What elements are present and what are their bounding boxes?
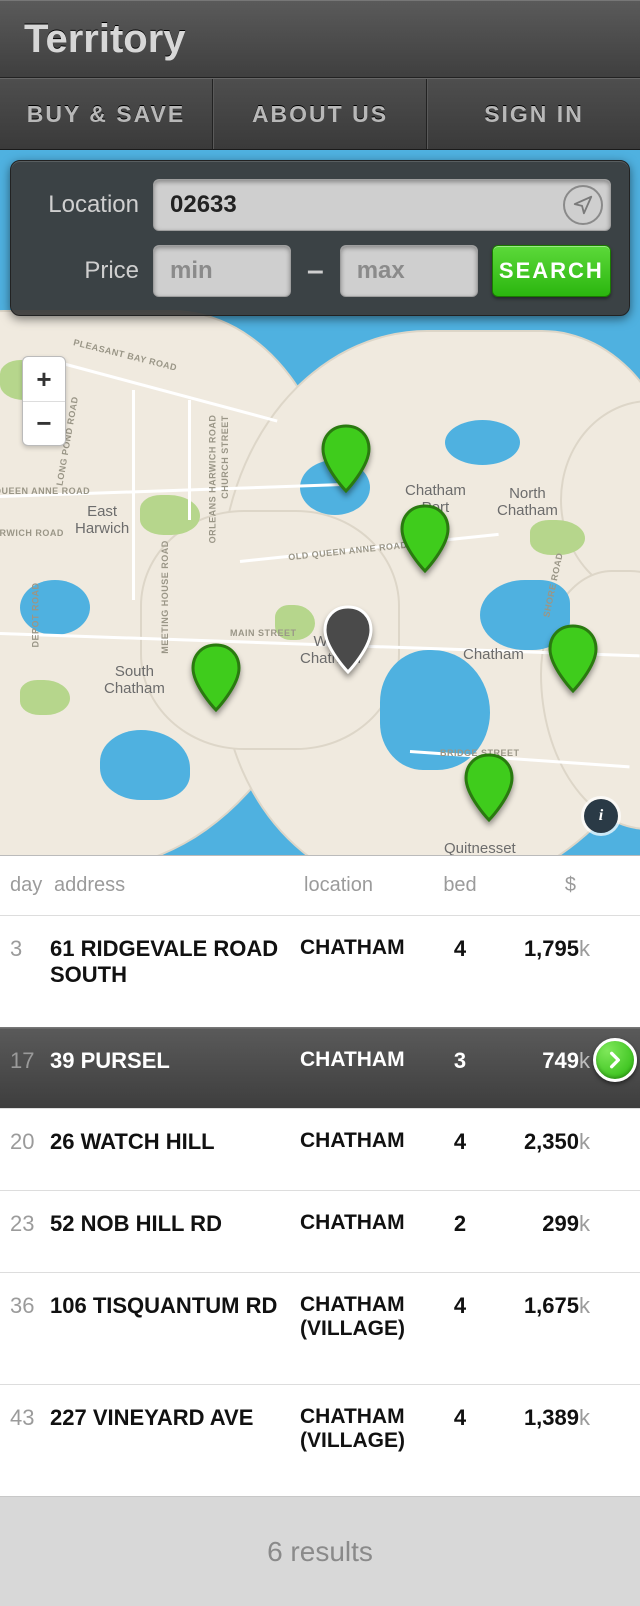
map-pond: [445, 420, 520, 465]
nav-buy-save[interactable]: BUY & SAVE: [0, 79, 213, 149]
cell-address: 39 PURSEL: [50, 1048, 300, 1074]
zoom-in-button[interactable]: +: [23, 357, 65, 401]
results-footer: 6 results: [0, 1496, 640, 1606]
cell-go: [590, 1048, 640, 1082]
map-pin[interactable]: [319, 423, 373, 495]
navigate-arrow-icon: [572, 194, 594, 216]
table-row[interactable]: 43 227 VINEYARD AVE CHATHAM (VILLAGE) 4 …: [0, 1384, 640, 1496]
cell-location: CHATHAM: [300, 1048, 430, 1072]
col-location: location: [300, 874, 430, 897]
map-park: [530, 520, 585, 555]
town-label: Chatham: [463, 646, 524, 663]
cell-price: 749k: [490, 1048, 590, 1074]
cell-address: 106 TISQUANTUM RD: [50, 1293, 300, 1319]
cell-price: 1,795k: [490, 936, 590, 962]
col-bed: bed: [430, 874, 490, 897]
road-label: MEETING HOUSE ROAD: [160, 540, 170, 654]
road-label: QUEEN ANNE ROAD: [0, 486, 90, 496]
results-count: 6 results: [267, 1536, 373, 1568]
results-table: day address location bed $ 3 61 RIDGEVAL…: [0, 856, 640, 1496]
cell-address: 227 VINEYARD AVE: [50, 1405, 300, 1431]
table-row[interactable]: 23 52 NOB HILL RD CHATHAM 2 299k: [0, 1190, 640, 1272]
road-label: S HARWICH ROAD: [0, 528, 64, 538]
map-pin-selected[interactable]: [321, 604, 375, 676]
search-panel: Location Price – SEARCH: [10, 160, 630, 316]
cell-day: 17: [0, 1048, 50, 1074]
geolocate-button[interactable]: [563, 185, 603, 225]
map-road: [132, 390, 135, 600]
cell-price: 1,389k: [490, 1405, 590, 1431]
cell-bed: 4: [430, 1405, 490, 1431]
table-row[interactable]: 36 106 TISQUANTUM RD CHATHAM (VILLAGE) 4…: [0, 1272, 640, 1384]
results-header: day address location bed $: [0, 856, 640, 915]
town-label: Quitnesset: [444, 840, 516, 856]
cell-day: 3: [0, 936, 50, 962]
app-header: Territory: [0, 0, 640, 78]
cell-location: CHATHAM (VILLAGE): [300, 1405, 430, 1453]
map-pin[interactable]: [546, 623, 600, 695]
road-label: DEPOT ROAD: [31, 582, 41, 647]
map-info-button[interactable]: i: [584, 799, 618, 833]
map-road: [188, 400, 191, 520]
cell-bed: 4: [430, 1129, 490, 1155]
location-label: Location: [29, 191, 139, 219]
map-park: [140, 495, 200, 535]
cell-bed: 3: [430, 1048, 490, 1074]
col-day: day: [0, 874, 50, 897]
cell-day: 43: [0, 1405, 50, 1431]
road-label: MAIN STREET: [230, 628, 297, 638]
cell-address: 26 WATCH HILL: [50, 1129, 300, 1155]
table-row[interactable]: 3 61 RIDGEVALE ROAD SOUTH CHATHAM 4 1,79…: [0, 915, 640, 1027]
table-row[interactable]: 17 39 PURSEL CHATHAM 3 749k: [0, 1027, 640, 1109]
town-label: North Chatham: [497, 485, 558, 519]
cell-price: 2,350k: [490, 1129, 590, 1155]
cell-day: 36: [0, 1293, 50, 1319]
chevron-right-icon: [605, 1050, 625, 1070]
search-button[interactable]: SEARCH: [492, 245, 611, 297]
map-park: [20, 680, 70, 715]
nav-about-us[interactable]: ABOUT US: [213, 79, 427, 149]
town-label: South Chatham: [104, 663, 165, 697]
map[interactable]: PLEASANT BAY ROAD ORLEANS HARWICH ROAD C…: [0, 150, 640, 856]
zoom-control: + −: [22, 356, 66, 446]
price-max-input[interactable]: [340, 245, 478, 297]
cell-price: 1,675k: [490, 1293, 590, 1319]
price-min-input[interactable]: [153, 245, 291, 297]
cell-address: 61 RIDGEVALE ROAD SOUTH: [50, 936, 300, 988]
map-pin[interactable]: [462, 752, 516, 824]
road-label: CHURCH STREET: [220, 415, 230, 499]
road-label: ORLEANS HARWICH ROAD: [207, 415, 217, 544]
cell-location: CHATHAM: [300, 1129, 430, 1153]
cell-day: 20: [0, 1129, 50, 1155]
table-row[interactable]: 20 26 WATCH HILL CHATHAM 4 2,350k: [0, 1108, 640, 1190]
cell-price: 299k: [490, 1211, 590, 1237]
price-label: Price: [29, 257, 139, 285]
map-pin[interactable]: [189, 642, 243, 714]
cell-location: CHATHAM (VILLAGE): [300, 1293, 430, 1341]
nav-sign-in[interactable]: SIGN IN: [427, 79, 640, 149]
cell-day: 23: [0, 1211, 50, 1237]
main-nav: BUY & SAVE ABOUT US SIGN IN: [0, 78, 640, 150]
map-pin[interactable]: [398, 503, 452, 575]
col-address: address: [50, 874, 300, 897]
row-open-button[interactable]: [593, 1038, 637, 1082]
cell-bed: 4: [430, 936, 490, 962]
town-label: East Harwich: [75, 503, 129, 537]
cell-address: 52 NOB HILL RD: [50, 1211, 300, 1237]
cell-bed: 4: [430, 1293, 490, 1319]
cell-location: CHATHAM: [300, 1211, 430, 1235]
cell-location: CHATHAM: [300, 936, 430, 960]
location-input[interactable]: [153, 179, 611, 231]
range-dash: –: [307, 254, 324, 288]
col-price: $: [490, 874, 590, 897]
zoom-out-button[interactable]: −: [23, 401, 65, 445]
cell-bed: 2: [430, 1211, 490, 1237]
app-title: Territory: [24, 17, 186, 62]
